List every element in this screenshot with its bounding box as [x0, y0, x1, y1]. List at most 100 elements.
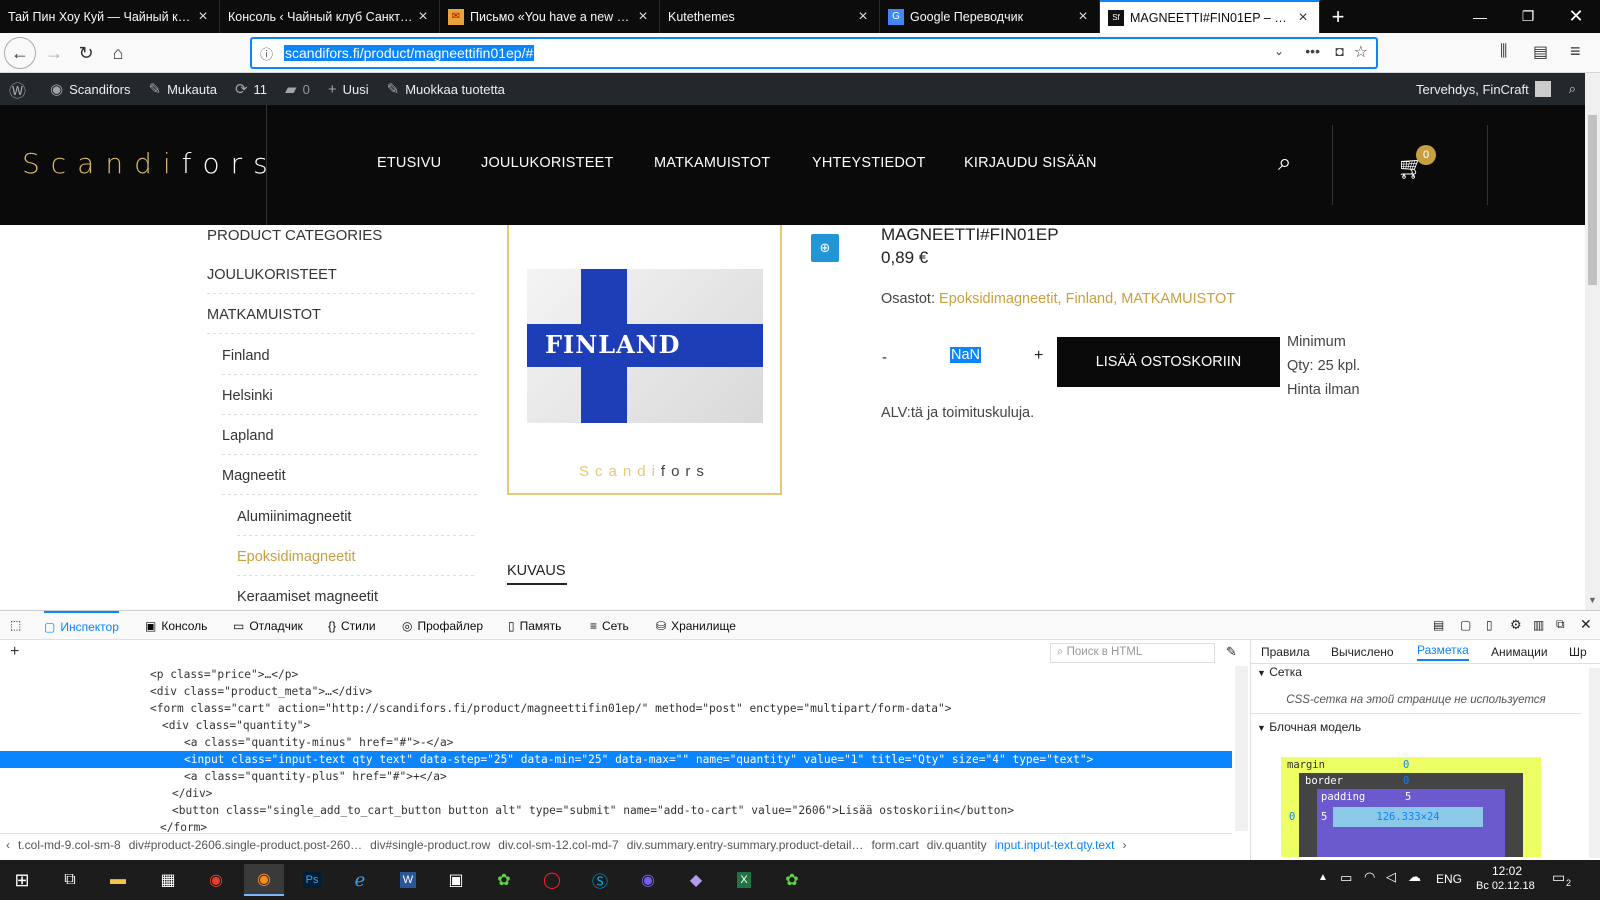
close-icon[interactable]: ×	[1295, 9, 1311, 27]
pocket-icon[interactable]: ◘	[1336, 43, 1344, 59]
tab-6-active[interactable]: Sf MAGNEETTI#FIN01EP – Scandi ×	[1100, 0, 1320, 33]
ie-button[interactable]: ℯ	[340, 864, 380, 896]
tab-1[interactable]: Тай Пин Хоу Куй — Чайный клуб ×	[0, 0, 220, 33]
page-scrollbar[interactable]: ▼	[1585, 73, 1600, 610]
menu-icon[interactable]: ≡	[1570, 41, 1581, 62]
zoom-button[interactable]: ⊕	[811, 234, 839, 262]
add-to-cart-button[interactable]: LISÄÄ OSTOSKORIIN	[1057, 337, 1280, 387]
save-app-button[interactable]: ▣	[436, 864, 476, 896]
close-window-icon[interactable]: ✕	[1552, 0, 1600, 33]
sidebar-item-finland[interactable]: Finland	[222, 348, 270, 364]
nav-yhteystiedot[interactable]: YHTEYSTIEDOT	[812, 155, 926, 171]
clock-time[interactable]: 12:02	[1492, 864, 1522, 878]
tab-inspector[interactable]: ▢ Инспектор	[44, 611, 119, 640]
tab-4[interactable]: Kutethemes ×	[660, 0, 880, 33]
pick-element-icon[interactable]: ⬚	[10, 618, 21, 632]
sidebar-item-epoksidimagneetit[interactable]: Epoksidimagneetit	[237, 549, 356, 565]
tab-profiler[interactable]: ◎ Профайлер	[402, 611, 483, 640]
restore-icon[interactable]: ❐	[1504, 0, 1552, 33]
explorer-button[interactable]: ▬	[98, 864, 138, 896]
tab-storage[interactable]: ⛁ Хранилище	[656, 611, 736, 640]
tab-animations[interactable]: Анимации	[1491, 645, 1548, 659]
clock-date[interactable]: Вс 02.12.18	[1476, 880, 1535, 892]
star-icon[interactable]: ☆	[1354, 42, 1368, 62]
scroll-down-icon[interactable]: ▼	[1588, 595, 1597, 605]
close-icon[interactable]: ×	[1075, 8, 1091, 26]
close-icon[interactable]: ×	[415, 8, 431, 26]
sidebar-item-magneetit[interactable]: Magneetit	[222, 468, 286, 484]
breadcrumb-item[interactable]: div.col-sm-12.col-md-7	[498, 838, 618, 852]
close-icon[interactable]: ×	[195, 8, 211, 26]
sidebar-item-alumiinimagneetit[interactable]: Alumiinimagneetit	[237, 509, 351, 525]
info-icon[interactable]: ⓘ	[260, 44, 273, 63]
start-button[interactable]: ⊞	[2, 864, 42, 896]
site-logo[interactable]: Scandifors	[22, 147, 279, 180]
breadcrumb-next-icon[interactable]: ›	[1122, 838, 1126, 852]
nav-kirjaudu[interactable]: KIRJAUDU SISÄÄN	[964, 155, 1097, 171]
chrome-button[interactable]: ◉	[196, 864, 236, 896]
tab-network[interactable]: ≡ Сеть	[590, 611, 629, 640]
photoshop-button[interactable]: Ps	[292, 864, 332, 896]
settings-icon[interactable]: ⚙	[1510, 617, 1522, 633]
tab-memory[interactable]: ▯ Память	[508, 611, 561, 640]
word-button[interactable]: W	[388, 864, 428, 896]
library-icon[interactable]: ⫼	[1500, 43, 1507, 61]
breadcrumb-item[interactable]: form.cart	[871, 838, 918, 852]
box-model-header[interactable]: ▼ Блочная модель	[1251, 720, 1581, 742]
close-icon[interactable]: ×	[855, 8, 871, 26]
close-icon[interactable]: ✕	[1580, 616, 1592, 633]
sidebar-item-lapland[interactable]: Lapland	[222, 428, 274, 444]
task-view-button[interactable]: ⧉	[50, 864, 90, 896]
wp-customize-link[interactable]: ✎ Mukauta	[140, 73, 226, 105]
markup-scrollbar[interactable]	[1235, 666, 1248, 831]
url-text[interactable]: scandifors.fi/product/magneettifin01ep/#	[284, 45, 535, 61]
firefox-button[interactable]: ◉	[244, 864, 284, 896]
tab-computed[interactable]: Вычислено	[1331, 645, 1394, 659]
markup-line[interactable]: <form class="cart" action="http://scandi…	[0, 700, 1232, 717]
wp-updates-link[interactable]: ⟳ 11	[226, 73, 276, 105]
markup-line[interactable]: <a class="quantity-plus" href="#">+</a>	[0, 768, 1232, 785]
close-icon[interactable]: ×	[635, 8, 651, 26]
tab-debugger[interactable]: ▭ Отладчик	[233, 611, 303, 640]
viber-button[interactable]: ◉	[628, 864, 668, 896]
tab-5[interactable]: G Google Переводчик ×	[880, 0, 1100, 33]
markup-line[interactable]: </div>	[0, 785, 1232, 802]
wp-account-link[interactable]: Tervehdys, FinCraft	[1407, 73, 1560, 105]
sidebar-item-matkamuistot[interactable]: MATKAMUISTOT	[207, 307, 321, 323]
sidebar-item-joulukoristeet[interactable]: JOULUKORISTEET	[207, 267, 337, 283]
sidebar-item-helsinki[interactable]: Helsinki	[222, 388, 273, 404]
html-search-input[interactable]: ⌕ Поиск в HTML	[1050, 643, 1215, 663]
wp-edit-product-link[interactable]: ✎ Muokkaa tuotetta	[378, 73, 514, 105]
sidebar-icon[interactable]: ▤	[1533, 42, 1548, 62]
tab-styles[interactable]: {} Стили	[328, 611, 376, 640]
wp-comments-link[interactable]: ▰ 0	[276, 73, 319, 105]
tab-rules[interactable]: Правила	[1261, 645, 1310, 659]
grid-section-header[interactable]: ▼ Сетка	[1251, 665, 1581, 687]
quantity-plus[interactable]: +	[1034, 347, 1043, 365]
chevron-down-icon[interactable]: ⌄	[1274, 44, 1284, 58]
back-button[interactable]: ←	[4, 37, 36, 69]
icq-button[interactable]: ✿	[484, 864, 524, 896]
product-image[interactable]: FINLAND Scandifors	[507, 225, 782, 495]
skype-button[interactable]: Ⓢ	[580, 864, 620, 896]
scrollbar-thumb[interactable]	[1588, 115, 1597, 285]
breadcrumb-item[interactable]: t.col-md-9.col-sm-8	[18, 838, 121, 852]
app-button[interactable]: ◆	[676, 864, 716, 896]
minimize-icon[interactable]: —	[1456, 0, 1504, 33]
more-icon[interactable]: •••	[1305, 43, 1320, 59]
tab-fonts[interactable]: Шр	[1569, 645, 1587, 659]
breadcrumb-item-current[interactable]: input.input-text.qty.text	[995, 838, 1115, 852]
wp-search-button[interactable]: ⌕	[1560, 73, 1585, 105]
reload-button[interactable]: ↻	[70, 37, 102, 69]
quantity-input[interactable]: NaN	[950, 347, 982, 363]
notifications-icon[interactable]: ▭	[1552, 869, 1565, 886]
calculator-button[interactable]: ▦	[148, 864, 188, 896]
search-icon[interactable]: ⌕	[1278, 149, 1291, 177]
markup-line-selected[interactable]: <input class="input-text qty text" data-…	[0, 751, 1232, 768]
breadcrumb-item[interactable]: div.quantity	[927, 838, 987, 852]
opera-button[interactable]: ◯	[532, 864, 572, 896]
nav-etusivu[interactable]: ETUSIVU	[377, 155, 441, 171]
breadcrumb-prev-icon[interactable]: ‹	[6, 838, 10, 852]
quantity-minus[interactable]: -	[882, 349, 887, 366]
cloud-icon[interactable]: ☁	[1408, 869, 1421, 885]
